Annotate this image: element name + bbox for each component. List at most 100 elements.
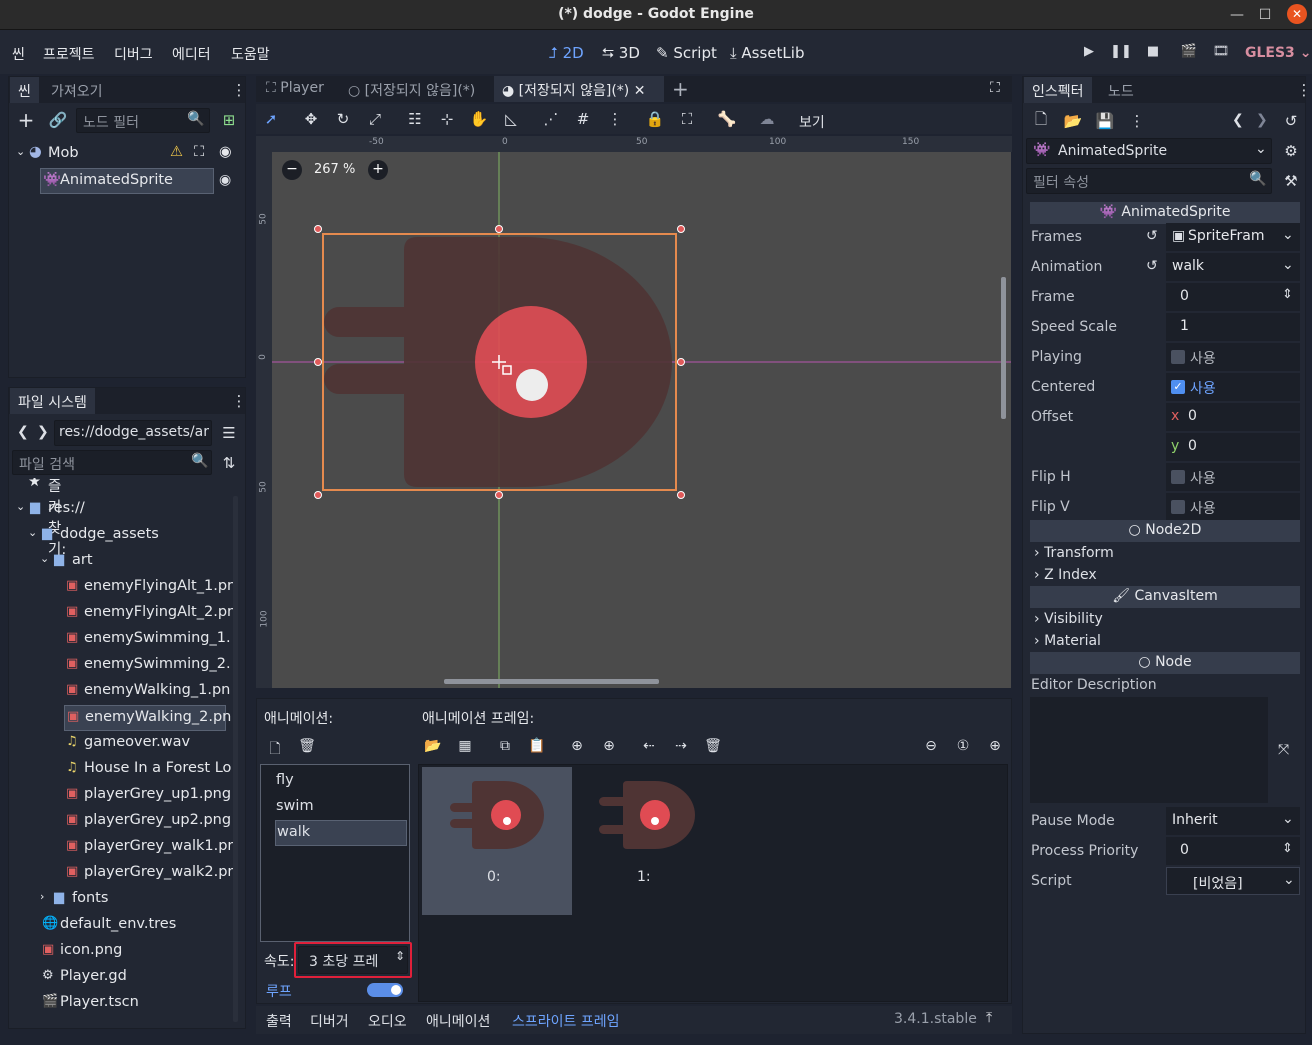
menu-dots-icon[interactable]: ⋮ bbox=[1293, 79, 1312, 101]
file-item[interactable]: ♫ gameover.wav bbox=[12, 731, 234, 757]
workspace-3d-button[interactable]: ⮀ 3D bbox=[602, 44, 640, 62]
chevron-down-icon[interactable]: ⌄ bbox=[28, 526, 37, 539]
revert-icon[interactable]: ↺ bbox=[1146, 258, 1158, 274]
file-item[interactable]: ⌄ ▆ dodge_assets bbox=[12, 523, 234, 549]
offset-y-field[interactable]: y 0 bbox=[1166, 433, 1300, 461]
centered-checkbox[interactable]: ✓ 사용 bbox=[1166, 373, 1300, 401]
tab-unsaved-2[interactable]: ◕ [저장되지 않음](*) ✕ bbox=[494, 76, 664, 102]
open-folder-icon[interactable]: 📂 bbox=[422, 738, 444, 758]
fullscreen-icon[interactable]: ⛶ bbox=[990, 80, 1000, 96]
view-menu-button[interactable]: 보기 bbox=[799, 112, 825, 132]
file-item[interactable]: ▣ icon.png bbox=[12, 939, 234, 965]
file-item[interactable]: ⚙ Player.gd bbox=[12, 965, 234, 991]
insert-before-icon[interactable]: ⊕ bbox=[566, 738, 588, 758]
particles-icon[interactable]: ☁ bbox=[756, 108, 778, 130]
tab-player[interactable]: ⛶ Player bbox=[258, 76, 332, 102]
move-left-icon[interactable]: ⇠ bbox=[638, 738, 660, 758]
loop-toggle[interactable] bbox=[367, 983, 403, 997]
file-item[interactable]: ▣ enemySwimming_1. bbox=[12, 627, 234, 653]
menu-project[interactable]: 프로젝트 bbox=[43, 44, 95, 64]
horizontal-ruler[interactable]: -50 0 50 100 150 bbox=[256, 136, 1012, 152]
filesystem-scrollbar[interactable] bbox=[233, 496, 238, 1022]
tab-unsaved-1[interactable]: ○ [저장되지 않음](*) bbox=[340, 76, 483, 102]
tab-import[interactable]: 가져오기 bbox=[43, 77, 111, 103]
canvas-viewport[interactable]: − 267 % + bbox=[272, 152, 1011, 688]
ruler-tool-icon[interactable]: ◺ bbox=[500, 108, 522, 130]
delete-frame-icon[interactable]: 🗑 bbox=[702, 738, 724, 758]
speed-scale-field[interactable]: 1 bbox=[1166, 313, 1300, 341]
file-item[interactable]: ▣ playerGrey_walk1.pn bbox=[12, 835, 234, 861]
tree-node-animatedsprite[interactable]: 👾 AnimatedSprite bbox=[40, 168, 214, 194]
tab-sprite-frames[interactable]: 스프라이트 프레임 bbox=[512, 1011, 620, 1031]
workspace-script-button[interactable]: ✎ Script bbox=[656, 44, 717, 62]
transform-group[interactable]: › Transform bbox=[1034, 545, 1114, 561]
instance-scene-icon[interactable]: ⊞ bbox=[218, 109, 240, 131]
paste-icon[interactable]: 📋 bbox=[526, 738, 548, 758]
vertical-scrollbar[interactable] bbox=[1001, 277, 1006, 419]
offset-x-field[interactable]: x 0 bbox=[1166, 403, 1300, 431]
lock-icon[interactable]: 🔒 bbox=[644, 108, 666, 130]
delete-icon[interactable]: 🗑 bbox=[296, 738, 318, 758]
visibility-eye-icon[interactable]: ◉ bbox=[219, 172, 231, 188]
tab-animation[interactable]: 애니메이션 bbox=[426, 1011, 490, 1031]
process-priority-spinbox[interactable]: 0 ⇕ bbox=[1166, 837, 1300, 865]
grid-snap-icon[interactable]: # bbox=[572, 108, 594, 130]
animation-item-fly[interactable]: fly bbox=[276, 772, 294, 788]
rotate-tool-icon[interactable]: ↻ bbox=[332, 108, 354, 130]
file-item[interactable]: ⌄ ▆ art bbox=[12, 549, 234, 575]
animation-item-swim[interactable]: swim bbox=[276, 798, 314, 814]
copy-icon[interactable]: ⧉ bbox=[494, 738, 516, 758]
pause-mode-select[interactable]: Inherit ⌄ bbox=[1166, 807, 1300, 835]
visibility-group[interactable]: › Visibility bbox=[1034, 611, 1103, 627]
menu-scene[interactable]: 씬 bbox=[12, 44, 25, 64]
revert-icon[interactable]: ↺ bbox=[1146, 228, 1158, 244]
animation-item-walk[interactable]: walk bbox=[275, 820, 407, 846]
history-forward-icon[interactable]: ❯ bbox=[1256, 112, 1268, 128]
tab-filesystem[interactable]: 파일 시스템 bbox=[10, 388, 95, 414]
warning-icon[interactable]: ⚠ bbox=[170, 144, 183, 160]
grid-icon[interactable]: ▦ bbox=[454, 738, 476, 758]
visibility-eye-icon[interactable]: ◉ bbox=[219, 144, 232, 160]
move-tool-icon[interactable]: ✥ bbox=[300, 108, 322, 130]
object-properties-icon[interactable]: ⚙ bbox=[1280, 140, 1302, 162]
spin-arrows-icon[interactable]: ⇕ bbox=[1282, 841, 1293, 856]
new-tab-icon[interactable]: + bbox=[672, 77, 689, 101]
file-item[interactable]: ▣ playerGrey_up1.png bbox=[12, 783, 234, 809]
insert-after-icon[interactable]: ⊕ bbox=[598, 738, 620, 758]
menu-dots-icon[interactable]: ⋮ bbox=[604, 108, 626, 130]
file-item[interactable]: ▣ enemyWalking_1.pn bbox=[12, 679, 234, 705]
tab-audio[interactable]: 오디오 bbox=[368, 1011, 407, 1031]
tree-node-mob[interactable]: ⌄ ◕ Mob ⚠ ⛶ ◉ bbox=[14, 142, 240, 168]
save-icon[interactable]: 💾 bbox=[1094, 110, 1116, 132]
animation-field[interactable]: walk ⌄ bbox=[1166, 253, 1300, 281]
split-view-icon[interactable]: ☰ bbox=[218, 422, 240, 444]
object-selector[interactable]: 👾 AnimatedSprite ⌄ bbox=[1026, 138, 1272, 164]
frame-item-0[interactable]: 0: bbox=[422, 767, 572, 915]
history-back-icon[interactable]: ❮ bbox=[1232, 112, 1244, 128]
new-animation-icon[interactable]: 🗋 bbox=[264, 738, 286, 758]
file-item[interactable]: ▣ enemyFlyingAlt_2.pn bbox=[12, 601, 234, 627]
file-item[interactable]: 🎬 Player.tscn bbox=[12, 991, 234, 1017]
close-button[interactable]: ✕ bbox=[1287, 4, 1307, 24]
tab-debugger[interactable]: 디버거 bbox=[310, 1011, 349, 1031]
chevron-down-icon[interactable]: ⌄ bbox=[16, 500, 25, 513]
smart-snap-icon[interactable]: ⋰ bbox=[540, 108, 562, 130]
path-field[interactable]: res://dodge_assets/art bbox=[54, 420, 212, 446]
pan-tool-icon[interactable]: ✋ bbox=[468, 108, 490, 130]
tools-icon[interactable]: ⚒ bbox=[1280, 170, 1302, 192]
frame-spinbox[interactable]: 0 ⇕ bbox=[1166, 283, 1300, 311]
script-field[interactable]: [비었음] ⌄ bbox=[1166, 867, 1300, 895]
flip-h-checkbox[interactable]: 사용 bbox=[1166, 463, 1300, 491]
vertical-ruler[interactable]: 50 0 50 100 bbox=[256, 152, 272, 688]
file-item[interactable]: ⌄ ▆ res:// bbox=[12, 497, 234, 523]
workspace-assetlib-button[interactable]: ⤓ AssetLib bbox=[730, 44, 804, 62]
expand-icon[interactable]: ⤧ bbox=[1278, 742, 1289, 758]
menu-debug[interactable]: 디버그 bbox=[114, 44, 153, 64]
minimize-button[interactable]: — bbox=[1226, 4, 1248, 26]
pause-icon[interactable]: ❚❚ bbox=[1109, 44, 1133, 66]
property-filter-input[interactable]: 필터 속성 🔍 bbox=[1026, 168, 1272, 194]
flip-v-checkbox[interactable]: 사용 bbox=[1166, 493, 1300, 521]
playing-checkbox[interactable]: 사용 bbox=[1166, 343, 1300, 371]
back-icon[interactable]: ❮ bbox=[17, 424, 29, 440]
tab-node[interactable]: 노드 bbox=[1100, 77, 1142, 103]
